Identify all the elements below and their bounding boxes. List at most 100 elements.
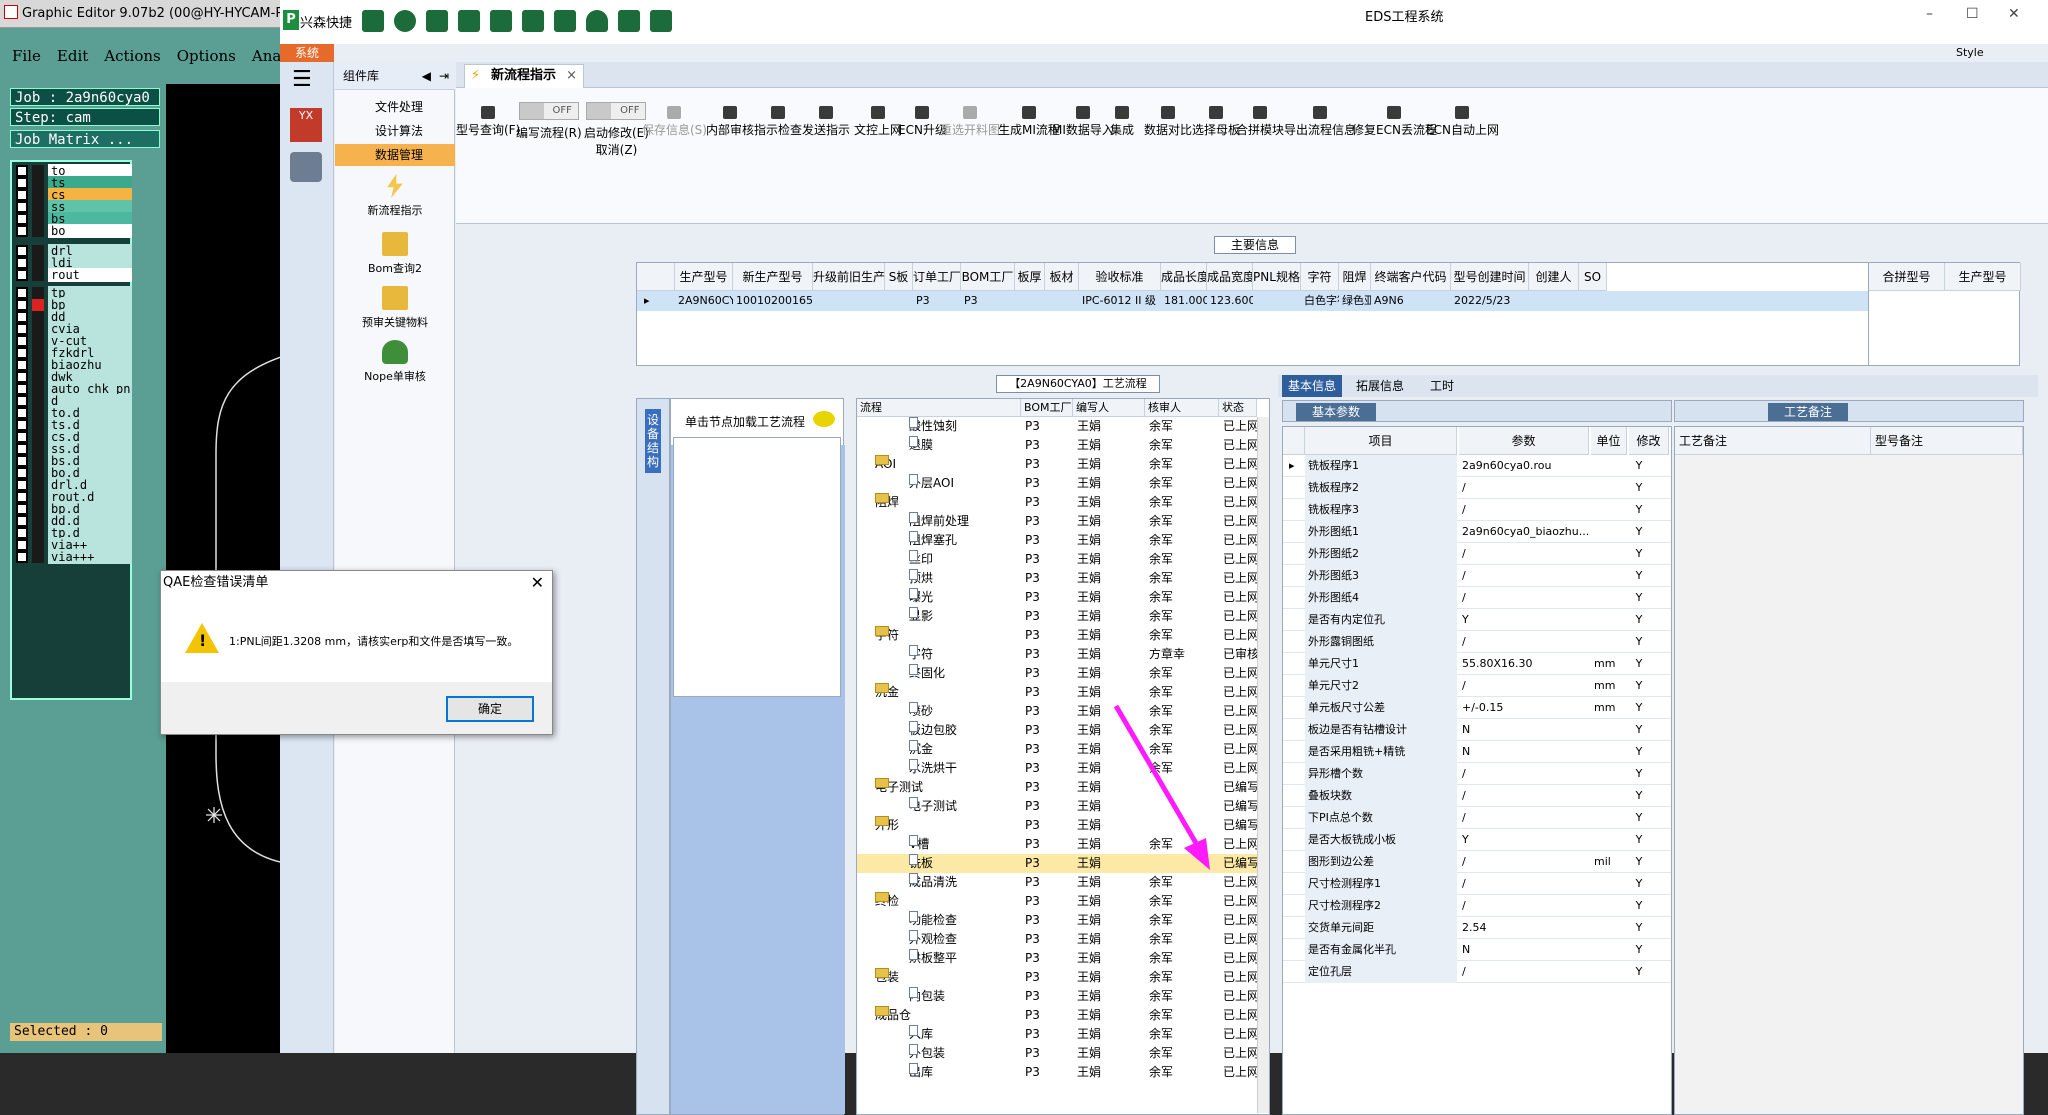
- list-icon[interactable]: [554, 10, 577, 32]
- table-cell[interactable]: IPC-6012 II 级: [1079, 291, 1161, 311]
- menu-file[interactable]: File: [12, 42, 41, 70]
- param-row[interactable]: 单元尺寸2/ mm Y: [1283, 675, 1671, 697]
- ribbon-button[interactable]: 型号查询(F): [456, 106, 520, 138]
- param-value[interactable]: N: [1459, 939, 1589, 961]
- param-modify[interactable]: Y: [1629, 543, 1649, 565]
- table-cell[interactable]: [1015, 291, 1045, 311]
- column-header[interactable]: PNL规格: [1253, 263, 1301, 291]
- column-header[interactable]: 修改: [1629, 427, 1669, 455]
- param-value[interactable]: /: [1459, 873, 1589, 895]
- column-header[interactable]: 生产型号: [1945, 263, 2021, 291]
- column-header[interactable]: 新生产型号: [733, 263, 813, 291]
- minimize-icon[interactable]: –: [1926, 6, 1933, 22]
- table-cell[interactable]: [1045, 291, 1079, 311]
- param-value[interactable]: /: [1459, 587, 1589, 609]
- tree-node[interactable]: 电子测试: [909, 797, 1021, 816]
- tree-row[interactable]: 外观检查 P3 王娟 余军 已上网: [857, 930, 1257, 949]
- tree-node[interactable]: 水洗烘干: [909, 759, 1021, 778]
- param-row[interactable]: 交货单元间距 2.54 Y: [1283, 917, 1671, 939]
- param-modify[interactable]: Y: [1629, 719, 1649, 741]
- ribbon-button[interactable]: 内部审核: [706, 106, 754, 138]
- table-cell[interactable]: 2022/5/23: [1451, 291, 1529, 311]
- tree-node[interactable]: −沉金: [875, 683, 1021, 702]
- param-value[interactable]: 55.80X16.30: [1459, 653, 1589, 675]
- param-value[interactable]: /: [1459, 499, 1589, 521]
- tree-row[interactable]: 预烘 P3 王娟 余军 已上网: [857, 569, 1257, 588]
- param-value[interactable]: /: [1459, 565, 1589, 587]
- ribbon-button[interactable]: 文控上网: [854, 106, 902, 138]
- node-list[interactable]: [673, 437, 841, 697]
- table-cell[interactable]: [813, 291, 885, 311]
- param-row[interactable]: ▸ 铣板程序1 2a9n60cya0.rou Y: [1283, 455, 1671, 477]
- param-modify[interactable]: Y: [1629, 499, 1649, 521]
- param-row[interactable]: 是否有金属化半孔 N Y: [1283, 939, 1671, 961]
- table-cell[interactable]: [1529, 291, 1579, 311]
- tree-row[interactable]: 丝印 P3 王娟 余军 已上网: [857, 550, 1257, 569]
- chart-icon[interactable]: [618, 10, 641, 32]
- menu-actions[interactable]: Actions: [104, 42, 160, 70]
- ribbon-button[interactable]: OFF 启动修改(E) 取消(Z): [584, 102, 649, 158]
- column-header[interactable]: 创建人: [1529, 263, 1579, 291]
- param-value[interactable]: 2a9n60cya0_biaozhu...: [1459, 521, 1589, 543]
- arrow-left-icon[interactable]: ◀: [422, 62, 431, 90]
- column-header[interactable]: 工艺备注: [1675, 427, 1871, 455]
- column-header[interactable]: 生产型号: [675, 263, 733, 291]
- param-value[interactable]: 2a9n60cya0.rou: [1459, 455, 1589, 477]
- tree-node[interactable]: 成品清洗: [909, 873, 1021, 892]
- param-row[interactable]: 尺寸检测程序2/ Y: [1283, 895, 1671, 917]
- system-tab[interactable]: 系统: [280, 44, 334, 62]
- param-value[interactable]: /: [1459, 477, 1589, 499]
- param-modify[interactable]: Y: [1629, 521, 1649, 543]
- tree-row[interactable]: 功能检查 P3 王娟 余军 已上网: [857, 911, 1257, 930]
- layer-checkbox[interactable]: [16, 551, 28, 563]
- tree-node[interactable]: 退膜: [909, 436, 1021, 455]
- tree-row[interactable]: 曝光 P3 王娟 余军 已上网: [857, 588, 1257, 607]
- param-value[interactable]: /: [1459, 763, 1589, 785]
- param-modify[interactable]: Y: [1629, 961, 1649, 983]
- close-icon[interactable]: ✕: [2008, 6, 2020, 22]
- tree-node[interactable]: −外形: [875, 816, 1021, 835]
- table-cell[interactable]: P3: [961, 291, 1015, 311]
- table-cell[interactable]: 白色字符: [1301, 291, 1339, 311]
- style-selector[interactable]: Style: [1956, 46, 1984, 59]
- tree-node[interactable]: V槽: [909, 835, 1021, 854]
- nav-item-data-management[interactable]: 数据管理: [335, 144, 455, 166]
- tree-row[interactable]: 退膜 P3 王娟 余军 已上网: [857, 436, 1257, 455]
- tree-node[interactable]: 显影: [909, 607, 1021, 626]
- column-header[interactable]: 验收标准: [1079, 263, 1161, 291]
- column-header[interactable]: BOM工厂: [1021, 399, 1073, 417]
- nav-item-file-processing[interactable]: 文件处理: [335, 96, 455, 118]
- layer-row[interactable]: bo: [16, 224, 136, 238]
- tree-node[interactable]: 烘板整平: [909, 949, 1021, 968]
- monitor-icon[interactable]: [650, 10, 673, 32]
- tree-row[interactable]: 终固化 P3 王娟 余军 已上网: [857, 664, 1257, 683]
- ribbon-button[interactable]: 修复ECN丢流程: [1352, 106, 1437, 138]
- ok-button[interactable]: 确定: [446, 696, 534, 722]
- ribbon-button[interactable]: 发送指示: [802, 106, 850, 138]
- param-value[interactable]: /: [1459, 543, 1589, 565]
- tab-basic-info[interactable]: 基本信息: [1282, 375, 1342, 397]
- param-modify[interactable]: Y: [1629, 565, 1649, 587]
- close-tab-icon[interactable]: ×: [566, 65, 577, 87]
- ribbon-button[interactable]: 导出流程信息: [1284, 106, 1356, 138]
- close-icon[interactable]: ✕: [531, 573, 544, 592]
- pre-review-shortcut[interactable]: 预审关键物料: [335, 286, 455, 330]
- param-row[interactable]: 是否大板铣成小板 Y Y: [1283, 829, 1671, 851]
- param-row[interactable]: 板边是否有钻槽设计 N Y: [1283, 719, 1671, 741]
- tree-node[interactable]: 铣板: [909, 854, 1021, 873]
- param-value[interactable]: N: [1459, 741, 1589, 763]
- hamburger-icon[interactable]: ☰: [292, 69, 312, 91]
- ribbon-button[interactable]: 合拼模块: [1236, 106, 1284, 138]
- param-row[interactable]: 是否采用粗铣+精铣 N Y: [1283, 741, 1671, 763]
- param-row[interactable]: 外形图纸3/ Y: [1283, 565, 1671, 587]
- layer-checkbox[interactable]: [16, 225, 28, 237]
- column-header[interactable]: 状态: [1219, 399, 1257, 417]
- param-modify[interactable]: Y: [1629, 477, 1649, 499]
- tree-node[interactable]: 曝光: [909, 588, 1021, 607]
- tree-row[interactable]: 外包装 P3 王娟 余军 已上网: [857, 1044, 1257, 1063]
- table-cell[interactable]: [1253, 291, 1301, 311]
- yx-logo-icon[interactable]: YX: [290, 108, 322, 142]
- table-row[interactable]: ▸ 2A9N60CYA010010200165817 P3P3 IPC-6012 II…: [637, 291, 2018, 311]
- param-value[interactable]: 2.54: [1459, 917, 1589, 939]
- param-modify[interactable]: Y: [1629, 675, 1649, 697]
